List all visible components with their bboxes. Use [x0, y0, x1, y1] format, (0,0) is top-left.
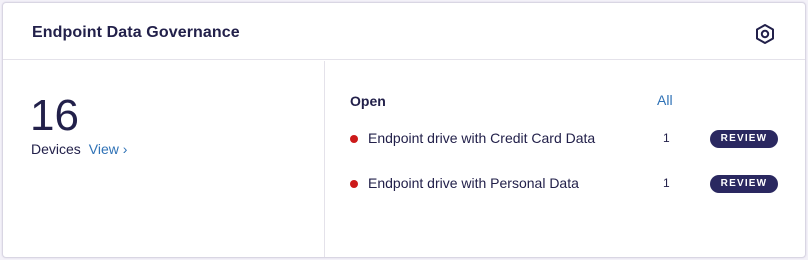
open-issues-panel: Open All Endpoint drive with Credit Card…: [326, 61, 805, 257]
device-count: 16: [30, 91, 79, 140]
devices-row: Devices View ›: [31, 141, 127, 157]
issue-row: Endpoint drive with Personal Data 1 REVI…: [350, 173, 790, 195]
status-dot-icon: [350, 135, 358, 143]
issue-count: 1: [663, 176, 670, 190]
all-issues-link[interactable]: All: [657, 92, 673, 108]
view-devices-link[interactable]: View ›: [89, 141, 128, 157]
review-button[interactable]: REVIEW: [710, 130, 778, 148]
issue-label: Endpoint drive with Credit Card Data: [368, 130, 596, 146]
device-summary-panel: 16 Devices View ›: [3, 61, 325, 257]
issue-label: Endpoint drive with Personal Data: [368, 175, 579, 191]
open-heading: Open: [350, 93, 386, 109]
gear-hex-icon: [756, 24, 774, 44]
issue-row: Endpoint drive with Credit Card Data 1 R…: [350, 128, 790, 150]
devices-label: Devices: [31, 141, 81, 157]
endpoint-data-governance-card: Endpoint Data Governance 16 Devices View …: [2, 2, 806, 258]
card-header: Endpoint Data Governance: [3, 3, 805, 60]
review-button[interactable]: REVIEW: [710, 175, 778, 193]
issue-count: 1: [663, 131, 670, 145]
settings-button[interactable]: [754, 23, 776, 45]
status-dot-icon: [350, 180, 358, 188]
card-title: Endpoint Data Governance: [32, 24, 240, 41]
